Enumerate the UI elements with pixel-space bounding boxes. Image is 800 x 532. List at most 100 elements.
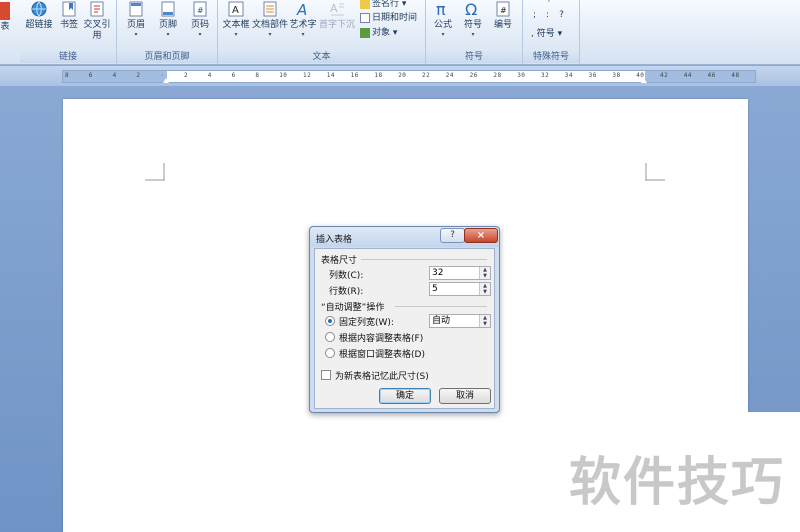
dropdown-arrow-icon: ▾ — [234, 31, 238, 38]
signature-line-button[interactable]: 签名行 ▾ — [360, 0, 406, 9]
symbol-button[interactable]: Ω 符号 ▾ — [458, 0, 488, 39]
special-symbol-dropdown[interactable]: , 符号 ▾ — [531, 26, 562, 39]
watermark-text: 软件技巧 — [569, 453, 786, 513]
dialog-title-bar[interactable]: 插入表格 ? × — [310, 227, 499, 247]
svg-text:A: A — [296, 1, 307, 18]
bookmark-button[interactable]: 书签 — [58, 0, 80, 31]
ruler-tick-label: 20 — [398, 72, 407, 79]
signature-icon — [360, 0, 370, 9]
table-icon — [0, 2, 10, 20]
svg-text:#: # — [197, 6, 204, 15]
fit-content-label[interactable]: 根据内容调整表格(F) — [339, 331, 423, 344]
numbering-button[interactable]: # 编号 — [488, 0, 518, 31]
left-margin-corner-mark — [145, 163, 165, 181]
ribbon-group-text: A 文本框 ▾ 文档部件 ▾ A 艺术字 ▾ A 首字下沉 签名行 ▾ 日期和时间 对… — [218, 0, 426, 64]
group-label-text: 文本 — [218, 51, 425, 63]
ruler-tick-label: 8 — [255, 72, 260, 79]
hyperlink-button[interactable]: 超链接 — [22, 0, 56, 31]
columns-spin-buttons[interactable]: ▲ ▼ — [479, 267, 490, 279]
special-mark-row-1[interactable]: °· — [533, 0, 560, 7]
ruler-tick-label: 36 — [588, 72, 597, 79]
quick-parts-icon — [263, 1, 277, 17]
numbering-icon: # — [496, 1, 510, 17]
indent-marker-icon[interactable] — [163, 78, 169, 83]
ruler-tick-label: 6 — [88, 72, 93, 79]
quick-parts-button[interactable]: 文档部件 ▾ — [252, 0, 288, 39]
dialog-body: 表格尺寸 列数(C): 32 ▲ ▼ 行数(R): 5 ▲ ▼ “自动调整”操作 固… — [314, 248, 495, 409]
ruler-tick-label: 38 — [612, 72, 621, 79]
page-number-icon: # — [193, 1, 207, 17]
fixed-width-spin-buttons[interactable]: ▲ ▼ — [479, 315, 490, 327]
ribbon-partial-button[interactable]: 表 — [0, 2, 12, 33]
help-button[interactable]: ? — [440, 228, 465, 243]
svg-text:A: A — [232, 5, 239, 16]
drop-cap-button[interactable]: A 首字下沉 — [318, 0, 356, 31]
close-button[interactable]: × — [464, 228, 498, 243]
ruler-tick-label: 6 — [231, 72, 236, 79]
ribbon: 表 超链接 书签 交叉引用 链接 页眉 ▾ 页脚 ▾ # 页码 ▾ 页眉和页脚 … — [0, 0, 800, 65]
ruler-tick-label: 8 — [65, 72, 70, 79]
cancel-button[interactable]: 取消 — [439, 388, 491, 404]
dropdown-arrow-icon: ▾ — [471, 31, 475, 38]
omega-icon: Ω — [465, 0, 477, 18]
ruler-tick-label: 22 — [422, 72, 431, 79]
dialog-title: 插入表格 — [316, 235, 353, 245]
fixed-width-label[interactable]: 固定列宽(W): — [339, 315, 394, 328]
globe-icon — [31, 1, 47, 17]
cross-reference-button[interactable]: 交叉引用 — [82, 0, 112, 42]
group-label-special-symbols: 特殊符号 — [523, 51, 579, 63]
fit-window-radio[interactable] — [325, 348, 335, 358]
header-button[interactable]: 页眉 ▾ — [121, 0, 151, 39]
ruler-tick-label: 26 — [469, 72, 478, 79]
wordart-button[interactable]: A 艺术字 ▾ — [288, 0, 318, 39]
fixed-width-spinner[interactable]: 自动 ▲ ▼ — [429, 314, 491, 328]
group-label-symbols: 符号 — [426, 51, 522, 63]
insert-table-dialog[interactable]: 插入表格 ? × 表格尺寸 列数(C): 32 ▲ ▼ 行数(R): 5 ▲ ▼ “… — [309, 226, 500, 413]
rows-spin-buttons[interactable]: ▲ ▼ — [479, 283, 490, 295]
ribbon-group-links: 超链接 书签 交叉引用 链接 — [20, 0, 117, 64]
columns-spinner[interactable]: 32 ▲ ▼ — [429, 266, 491, 280]
special-mark-row-2[interactable]: ;:? — [533, 10, 574, 20]
ruler-tick-label: 4 — [112, 72, 117, 79]
ruler-tick-label: 42 — [660, 72, 669, 79]
footer-button[interactable]: 页脚 ▾ — [153, 0, 183, 39]
ok-button[interactable]: 确定 — [379, 388, 431, 404]
spin-down-icon[interactable]: ▼ — [480, 289, 490, 295]
spin-down-icon[interactable]: ▼ — [480, 321, 490, 327]
object-button[interactable]: 对象 ▾ — [360, 25, 397, 38]
page-number-button[interactable]: # 页码 ▾ — [185, 0, 215, 39]
date-time-button[interactable]: 日期和时间 — [360, 10, 417, 23]
bookmark-icon — [62, 1, 76, 17]
dropdown-arrow-icon: ▾ — [166, 31, 170, 38]
dropdown-arrow-icon: ▾ — [301, 31, 305, 38]
group-label-links: 链接 — [20, 51, 116, 63]
columns-value: 32 — [432, 268, 444, 278]
ruler-tick-label: 2 — [184, 72, 189, 79]
rows-spinner[interactable]: 5 ▲ ▼ — [429, 282, 491, 296]
group-label-header-footer: 页眉和页脚 — [117, 51, 217, 63]
wordart-icon: A — [296, 1, 307, 18]
text-box-button[interactable]: A 文本框 ▾ — [220, 0, 252, 39]
equation-button[interactable]: π 公式 ▾ — [428, 0, 458, 39]
fit-content-radio[interactable] — [325, 332, 335, 342]
remember-size-checkbox[interactable] — [321, 370, 331, 380]
right-indent-marker-icon[interactable] — [641, 78, 647, 83]
fit-window-label[interactable]: 根据窗口调整表格(D) — [339, 347, 425, 360]
ruler-tick-label: 18 — [374, 72, 383, 79]
ruler-tick-label: 32 — [541, 72, 550, 79]
svg-text:#: # — [500, 6, 507, 15]
ruler-tick-label: 44 — [683, 72, 693, 79]
ruler-tick-label: 48 — [731, 72, 740, 79]
ruler-tick-label: 34 — [564, 72, 574, 79]
ribbon-group-header-footer: 页眉 ▾ 页脚 ▾ # 页码 ▾ 页眉和页脚 — [117, 0, 218, 64]
header-icon — [129, 1, 143, 17]
ruler-tick-label: 30 — [517, 72, 526, 79]
object-icon — [360, 27, 370, 38]
spin-down-icon[interactable]: ▼ — [480, 273, 490, 279]
text-box-icon: A — [228, 1, 244, 17]
remember-size-label[interactable]: 为新表格记忆此尺寸(S) — [335, 369, 429, 382]
ruler-bar: 8 6 4 2 · 2 4 6 8 10 12 14 16 18 20 22 24 26 28 30 32 34 36 38 4… — [0, 66, 800, 86]
fixed-width-radio[interactable] — [325, 316, 335, 326]
autofit-heading: “自动调整”操作 — [321, 303, 385, 313]
ruler-tick-label: 10 — [279, 72, 288, 79]
